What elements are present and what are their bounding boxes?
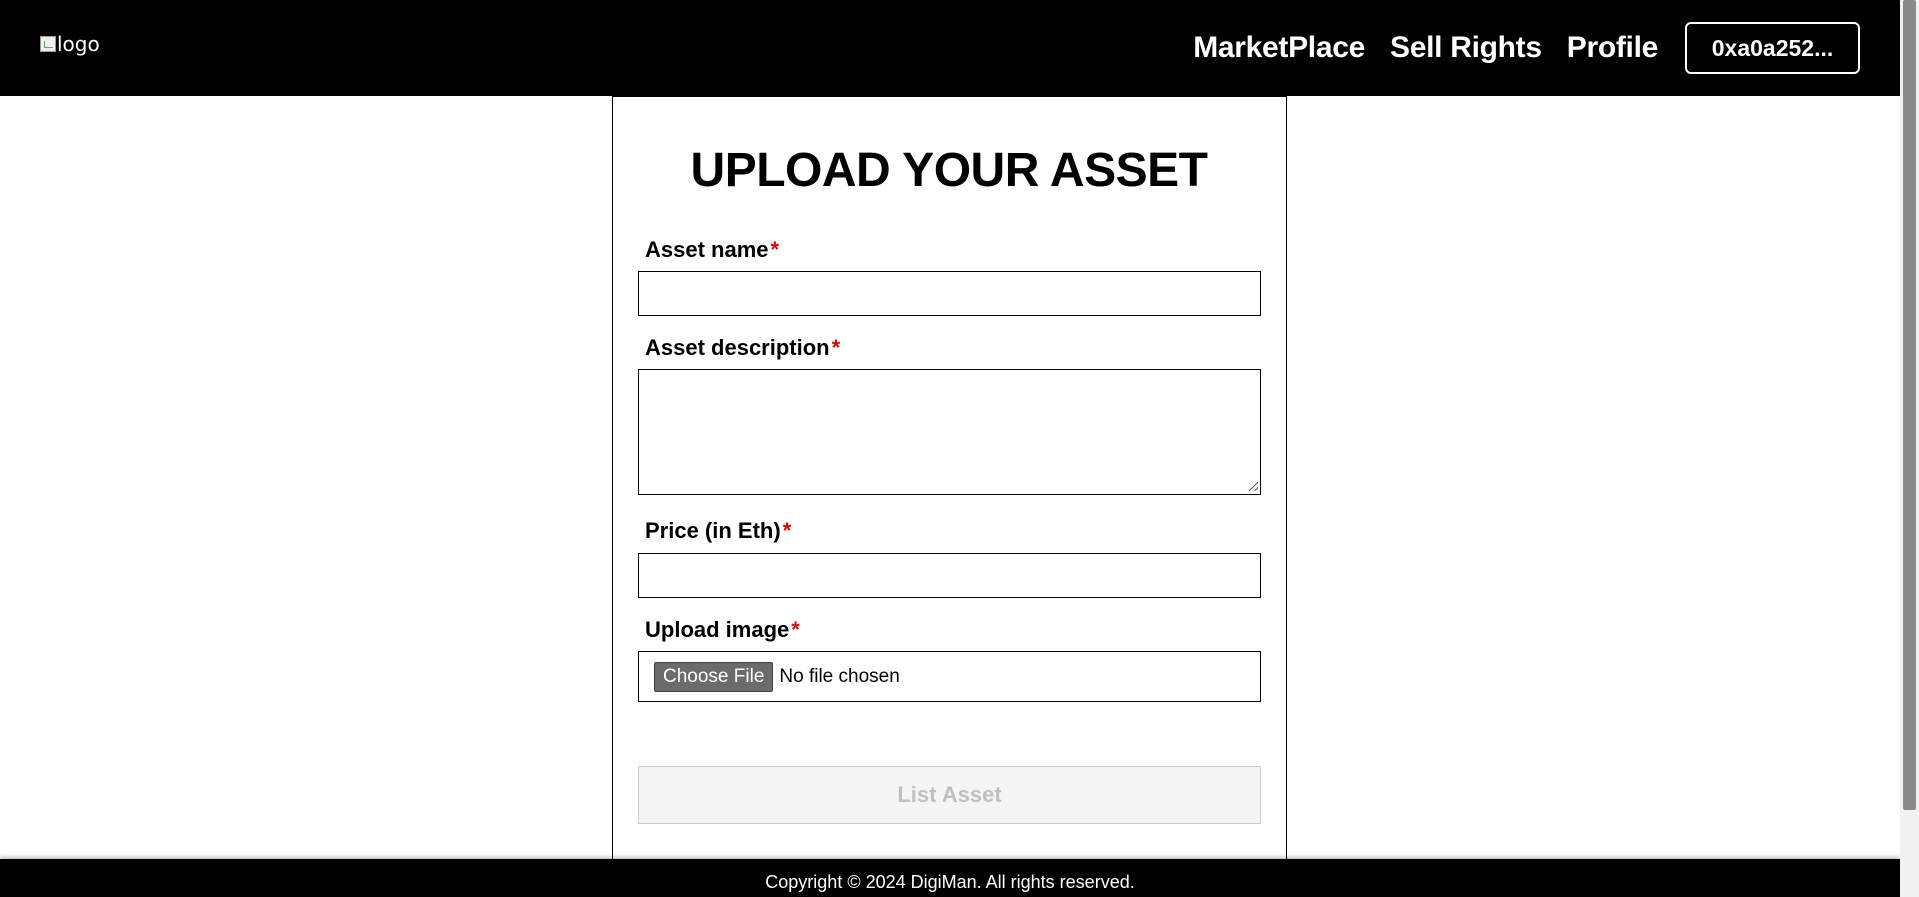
file-status-text: No file chosen: [779, 665, 900, 687]
asset-name-label: Asset name*: [645, 237, 779, 263]
upload-image-label-text: Upload image: [645, 617, 790, 642]
price-input[interactable]: [638, 553, 1261, 598]
nav-links: MarketPlace Sell Rights Profile 0xa0a252…: [1193, 0, 1900, 96]
wallet-address-button[interactable]: 0xa0a252...: [1685, 22, 1860, 74]
asset-name-label-text: Asset name: [645, 237, 769, 262]
required-marker: *: [831, 335, 841, 360]
list-asset-button[interactable]: List Asset: [638, 766, 1261, 824]
page: logo MarketPlace Sell Rights Profile 0xa…: [0, 0, 1919, 897]
logo[interactable]: logo: [40, 32, 100, 56]
price-label-text: Price (in Eth): [645, 518, 781, 543]
asset-description-label-text: Asset description: [645, 335, 830, 360]
nav-marketplace-link[interactable]: MarketPlace: [1193, 31, 1365, 65]
price-label: Price (in Eth)*: [645, 518, 791, 544]
resize-grip-icon[interactable]: [1249, 482, 1258, 491]
required-marker: *: [782, 518, 792, 543]
upload-image-label: Upload image*: [645, 617, 800, 643]
asset-name-input[interactable]: [638, 271, 1261, 316]
required-marker: *: [791, 617, 800, 642]
required-marker: *: [770, 237, 780, 262]
choose-file-button[interactable]: Choose File: [654, 661, 774, 692]
asset-description-label: Asset description*: [645, 335, 840, 361]
file-upload-field[interactable]: Choose File No file chosen: [638, 651, 1261, 702]
page-title: UPLOAD YOUR ASSET: [690, 144, 1208, 197]
logo-alt-text: logo: [57, 32, 100, 56]
scrollbar-thumb[interactable]: [1903, 0, 1916, 810]
nav-profile-link[interactable]: Profile: [1567, 31, 1659, 65]
asset-description-textarea[interactable]: [638, 369, 1261, 495]
nav-sell-rights-link[interactable]: Sell Rights: [1390, 31, 1542, 65]
navbar: logo MarketPlace Sell Rights Profile 0xa…: [0, 0, 1900, 96]
copyright-text: Copyright © 2024 DigiMan. All rights res…: [765, 872, 1135, 892]
broken-image-icon: [40, 36, 56, 52]
footer: Copyright © 2024 DigiMan. All rights res…: [0, 859, 1900, 897]
